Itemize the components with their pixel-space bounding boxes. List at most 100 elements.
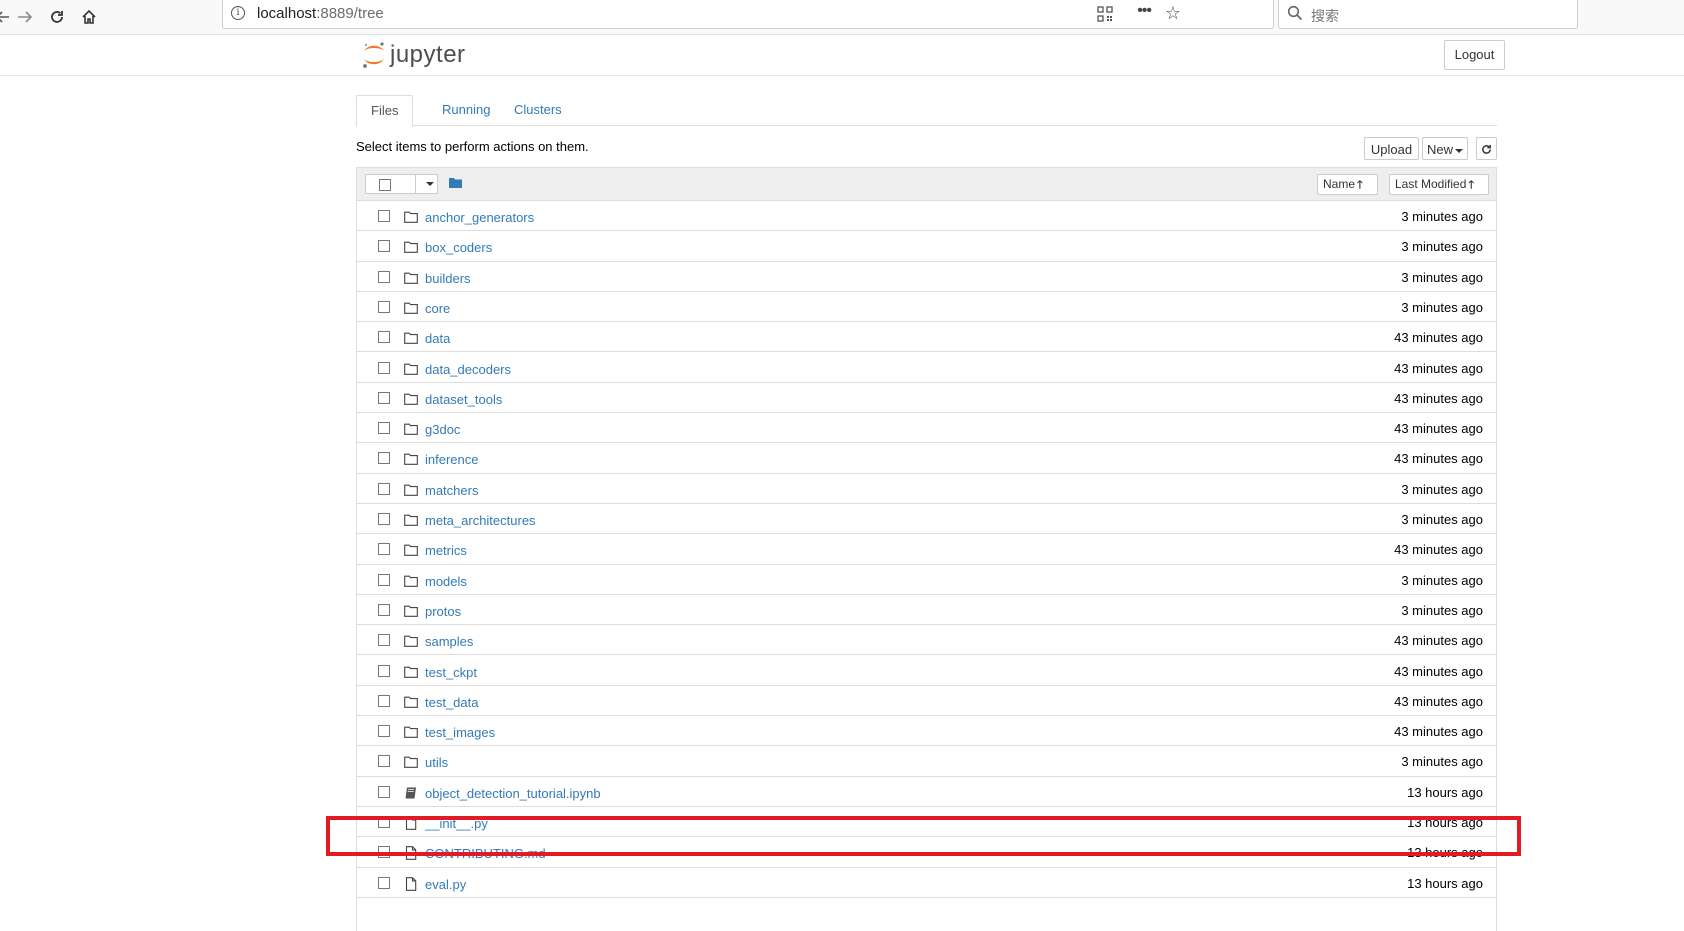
qr-code-icon[interactable] [1097,6,1113,22]
arrow-right-icon [18,11,33,23]
item-link[interactable]: g3doc [425,422,460,437]
refresh-button[interactable] [1476,137,1497,160]
list-item[interactable]: samples 43 minutes ago [357,625,1496,656]
list-item[interactable]: data 43 minutes ago [357,322,1496,353]
sort-by-name-button[interactable]: Name 🡑 [1317,174,1378,195]
list-item[interactable]: models 3 minutes ago [357,565,1496,595]
item-link[interactable]: meta_architectures [425,513,536,528]
row-checkbox[interactable] [378,361,390,374]
row-checkbox[interactable] [378,846,390,859]
row-checkbox[interactable] [378,210,390,222]
item-link[interactable]: metrics [425,543,467,558]
sort-by-modified-button[interactable]: Last Modified 🡑 [1389,174,1489,195]
select-all-dropdown[interactable] [365,174,438,194]
item-link[interactable]: CONTRIBUTING.md [425,846,546,861]
row-checkbox[interactable] [378,694,390,707]
item-link[interactable]: samples [425,634,473,649]
folder-icon [404,575,418,587]
row-checkbox[interactable] [378,785,390,798]
list-item[interactable]: inference 43 minutes ago [357,443,1496,474]
row-checkbox[interactable] [378,300,390,313]
item-link[interactable]: data [425,331,450,346]
item-link[interactable]: box_coders [425,240,492,255]
row-checkbox[interactable] [378,482,390,495]
row-checkbox[interactable] [378,270,390,283]
logout-button[interactable]: Logout [1444,40,1505,70]
item-link[interactable]: dataset_tools [425,392,502,407]
list-item[interactable]: core 3 minutes ago [357,292,1496,323]
list-item[interactable]: data_decoders 43 minutes ago [357,353,1496,383]
list-item[interactable]: meta_architectures 3 minutes ago [357,504,1496,535]
new-dropdown-button[interactable]: New [1422,137,1468,160]
item-link[interactable]: anchor_generators [425,210,534,225]
row-checkbox[interactable] [378,664,390,677]
list-item[interactable]: test_images 43 minutes ago [357,716,1496,747]
item-link[interactable]: object_detection_tutorial.ipynb [425,786,601,801]
row-checkbox[interactable] [378,725,390,738]
tab-clusters[interactable]: Clusters [500,95,576,125]
chevron-down-icon [1455,148,1463,153]
jupyter-logo[interactable]: jupyter [361,40,466,70]
item-link[interactable]: data_decoders [425,362,511,377]
list-item[interactable]: utils 3 minutes ago [357,746,1496,777]
info-icon[interactable]: i [231,6,245,20]
upload-button[interactable]: Upload [1364,137,1419,160]
url-text[interactable]: localhost:8889/tree [257,5,384,22]
name-sort-label: Name [1323,177,1356,191]
item-link[interactable]: test_data [425,695,479,710]
forward-button[interactable] [10,2,40,32]
more-actions-icon[interactable]: ••• [1137,2,1152,20]
list-item[interactable]: object_detection_tutorial.ipynb 13 hours … [357,777,1496,807]
bookmark-star-icon[interactable]: ☆ [1165,3,1181,24]
list-item[interactable]: dataset_tools 43 minutes ago [357,383,1496,414]
row-checkbox[interactable] [378,634,390,647]
list-item[interactable]: builders 3 minutes ago [357,262,1496,292]
item-link[interactable]: models [425,574,467,589]
row-checkbox[interactable] [378,240,390,253]
list-item[interactable]: test_ckpt 43 minutes ago [357,656,1496,686]
row-checkbox[interactable] [378,755,390,768]
item-link[interactable]: test_ckpt [425,665,477,680]
tab-running[interactable]: Running [428,95,504,125]
select-all-checkbox[interactable] [379,179,391,191]
list-item[interactable]: matchers 3 minutes ago [357,474,1496,504]
reload-button[interactable] [42,2,72,32]
item-link[interactable]: protos [425,604,461,619]
home-button[interactable] [74,2,104,32]
row-checkbox[interactable] [378,543,390,556]
list-item[interactable]: protos 3 minutes ago [357,595,1496,626]
list-item[interactable]: box_coders 3 minutes ago [357,231,1496,262]
row-checkbox[interactable] [378,816,390,828]
list-item[interactable]: __init__.py 13 hours ago [357,807,1496,838]
row-checkbox[interactable] [378,573,390,586]
url-bar[interactable]: i localhost:8889/tree ••• ☆ [222,0,1274,29]
list-item[interactable]: metrics 43 minutes ago [357,534,1496,565]
row-checkbox[interactable] [378,513,390,525]
item-link[interactable]: eval.py [425,877,466,892]
item-link[interactable]: __init__.py [425,816,488,831]
tab-files[interactable]: Files [356,95,414,127]
chevron-down-icon[interactable] [426,182,434,186]
item-link[interactable]: utils [425,755,448,770]
folder-icon[interactable] [449,177,462,188]
folder-icon [404,757,418,769]
row-checkbox[interactable] [378,391,390,404]
item-link[interactable]: inference [425,452,478,467]
modified-time: 3 minutes ago [1401,299,1483,315]
row-checkbox[interactable] [378,876,390,889]
list-item[interactable]: eval.py 13 hours ago [357,868,1496,898]
list-item[interactable]: test_data 43 minutes ago [357,686,1496,717]
item-link[interactable]: builders [425,271,471,286]
row-checkbox[interactable] [378,603,390,616]
list-item[interactable]: anchor_generators 3 minutes ago [357,201,1496,232]
list-item[interactable]: g3doc 43 minutes ago [357,413,1496,444]
item-link[interactable]: test_images [425,725,495,740]
row-checkbox[interactable] [378,331,390,344]
item-link[interactable]: matchers [425,483,478,498]
list-item[interactable]: CONTRIBUTING.md 13 hours ago [357,837,1496,868]
row-checkbox[interactable] [378,452,390,465]
row-checkbox[interactable] [378,422,390,435]
browser-search-field[interactable]: 搜索 [1278,0,1578,29]
new-label: New [1426,142,1453,157]
item-link[interactable]: core [425,301,450,316]
